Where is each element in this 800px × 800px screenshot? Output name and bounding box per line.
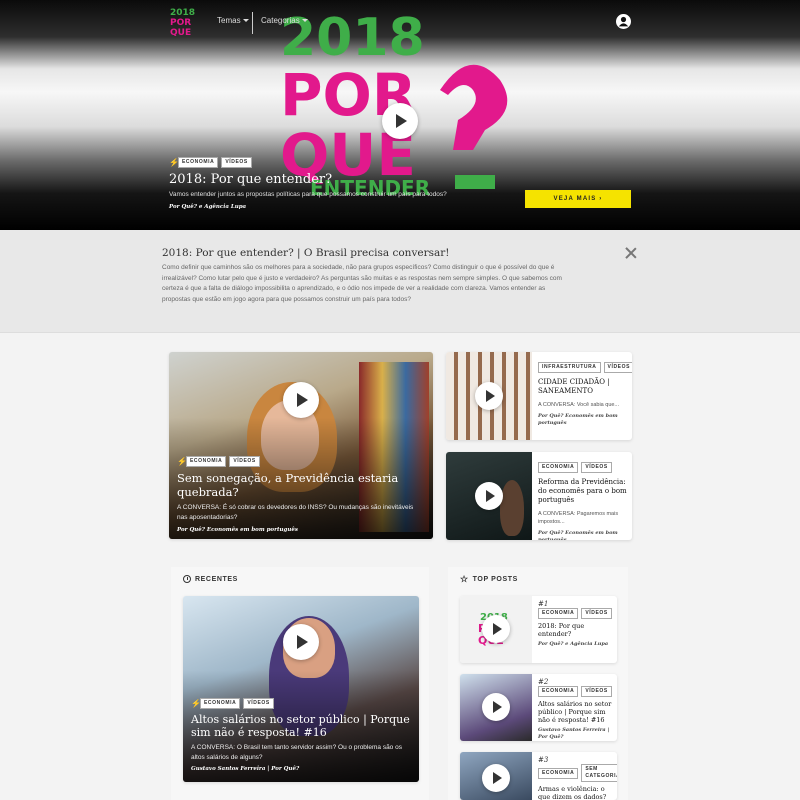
top-posts-heading: ☆ TOP POSTS (460, 574, 518, 584)
star-icon: ☆ (460, 574, 469, 584)
site-logo[interactable]: 2018 POR QUE (170, 6, 202, 36)
play-icon[interactable] (283, 382, 319, 418)
nav-temas-dropdown[interactable]: Temas (217, 16, 249, 25)
tag-economia[interactable]: ECONOMIA (538, 608, 579, 619)
hero-play-icon[interactable] (382, 103, 418, 139)
tag-economia[interactable]: ECONOMIA (538, 767, 579, 779)
tag-videos[interactable]: VÍDEOS (243, 698, 274, 709)
top-post-title[interactable]: Armas e violência: o que dizem os dados? (538, 785, 615, 800)
clock-icon (183, 575, 191, 583)
recent-post-card[interactable]: ⚡ ECONOMIA VÍDEOS Altos salários no seto… (183, 596, 419, 782)
user-account-icon[interactable] (616, 14, 631, 29)
top-post-title[interactable]: Altos salários no setor público | Porque… (538, 700, 615, 724)
hero-banner[interactable]: 2018 POR QUE ENTENDER 2018 POR QUE Temas… (0, 0, 800, 230)
play-icon[interactable] (475, 482, 503, 510)
play-icon[interactable] (482, 693, 510, 721)
tag-economia[interactable]: ECONOMIA (178, 157, 219, 168)
featured-main-meta: ⚡ ECONOMIA VÍDEOS Sem sonegação, a Previ… (177, 456, 425, 533)
tag-economia[interactable]: ECONOMIA (538, 462, 579, 473)
recent-post-author[interactable]: Gustavo Santos Ferreira | Por Quê? (191, 766, 413, 772)
bolt-icon: ⚡ (177, 457, 187, 466)
chevron-down-icon (301, 19, 308, 22)
featured-side-author[interactable]: Por Quê? Economês em bom português (538, 530, 630, 540)
top-post-title[interactable]: 2018: Por que entender? (538, 622, 615, 638)
recentes-heading: RECENTES (183, 575, 238, 583)
series-description: Como definir que caminhos são os melhore… (162, 264, 562, 303)
tag-videos[interactable]: VÍDEOS (229, 456, 260, 467)
hero-tags: ⚡ ECONOMIA VÍDEOS (169, 157, 529, 168)
close-icon[interactable] (625, 247, 637, 259)
featured-main-description: A CONVERSA: É só cobrar os devedores do … (177, 504, 414, 521)
featured-side-title[interactable]: Reforma da Previdência: do economês para… (538, 478, 630, 505)
top-post-card[interactable]: #2 ECONOMIA VÍDEOS Altos salários no set… (460, 674, 617, 741)
top-post-author[interactable]: Por Quê? e Agência Lupa (538, 641, 615, 648)
tag-infraestrutura[interactable]: INFRAESTRUTURA (538, 362, 601, 373)
featured-main-card[interactable]: ⚡ ECONOMIA VÍDEOS Sem sonegação, a Previ… (169, 352, 433, 539)
tag-sem-categoria[interactable]: SEM CATEGORIA (581, 764, 617, 782)
svg-text:POR: POR (170, 18, 191, 28)
featured-side-description: A CONVERSA: Pagaremos mais impostos... (538, 511, 619, 525)
veja-mais-button[interactable]: VEJA MAIS › (525, 190, 631, 208)
series-info-panel: 2018: Por que entender? | O Brasil preci… (0, 230, 800, 333)
play-icon[interactable] (475, 382, 503, 410)
series-title: 2018: Por que entender? | O Brasil preci… (162, 247, 450, 259)
top-post-card[interactable]: 2018 POR QUE #1 ECONOMIA VÍDEOS 2018: Po… (460, 596, 617, 663)
tag-economia[interactable]: ECONOMIA (200, 698, 241, 709)
play-icon[interactable] (283, 624, 319, 660)
hero-author[interactable]: Por Quê? e Agência Lupa (169, 204, 529, 210)
recent-post-meta: ⚡ ECONOMIA VÍDEOS Altos salários no seto… (191, 698, 413, 772)
featured-side-card[interactable]: ECONOMIA VÍDEOS Reforma da Previdência: … (446, 452, 632, 540)
featured-side-description: A CONVERSA: Você sabia que... (538, 402, 620, 408)
recent-post-description: A CONVERSA: O Brasil tem tanto servidor … (191, 744, 402, 761)
chevron-down-icon (242, 19, 249, 22)
featured-main-author[interactable]: Por Quê? Economês em bom português (177, 527, 425, 533)
play-icon[interactable] (482, 764, 510, 792)
hero-title[interactable]: 2018: Por que entender? (169, 172, 529, 187)
hero-description: Vamos entender juntos as propostas polít… (169, 191, 447, 198)
rank-label: #3 (538, 756, 549, 764)
svg-text:2018: 2018 (170, 8, 195, 18)
tag-economia[interactable]: ECONOMIA (538, 686, 579, 697)
top-post-author[interactable]: Gustavo Santos Ferreira | Por Quê? (538, 727, 615, 741)
tag-videos[interactable]: VÍDEOS (581, 686, 612, 697)
featured-side-author[interactable]: Por Quê? Economês em bom português (538, 413, 630, 427)
recent-post-title[interactable]: Altos salários no setor público | Porque… (191, 713, 413, 739)
tag-videos[interactable]: VÍDEOS (581, 608, 612, 619)
svg-text:QUE: QUE (170, 28, 191, 36)
tag-economia[interactable]: ECONOMIA (186, 456, 227, 467)
featured-side-title[interactable]: CIDADE CIDADÃO | SANEAMENTO (538, 378, 630, 396)
bolt-icon: ⚡ (191, 699, 201, 708)
tag-videos[interactable]: VÍDEOS (603, 362, 632, 373)
tag-videos[interactable]: VÍDEOS (581, 462, 612, 473)
top-post-card[interactable]: #3 ECONOMIA SEM CATEGORIA Armas e violên… (460, 752, 617, 800)
hero-meta: ⚡ ECONOMIA VÍDEOS 2018: Por que entender… (169, 157, 529, 210)
rank-label: #2 (538, 678, 549, 686)
featured-main-title[interactable]: Sem sonegação, a Previdência estaria que… (177, 471, 425, 499)
top-nav: 2018 POR QUE Temas Categorias (0, 0, 800, 44)
tag-videos[interactable]: VÍDEOS (221, 157, 252, 168)
rank-label: #1 (538, 600, 549, 608)
bolt-icon: ⚡ (169, 158, 179, 167)
nav-divider (252, 12, 253, 34)
play-icon[interactable] (482, 615, 510, 643)
nav-categorias-dropdown[interactable]: Categorias (261, 16, 308, 25)
featured-side-card[interactable]: INFRAESTRUTURA VÍDEOS CIDADE CIDADÃO | S… (446, 352, 632, 440)
